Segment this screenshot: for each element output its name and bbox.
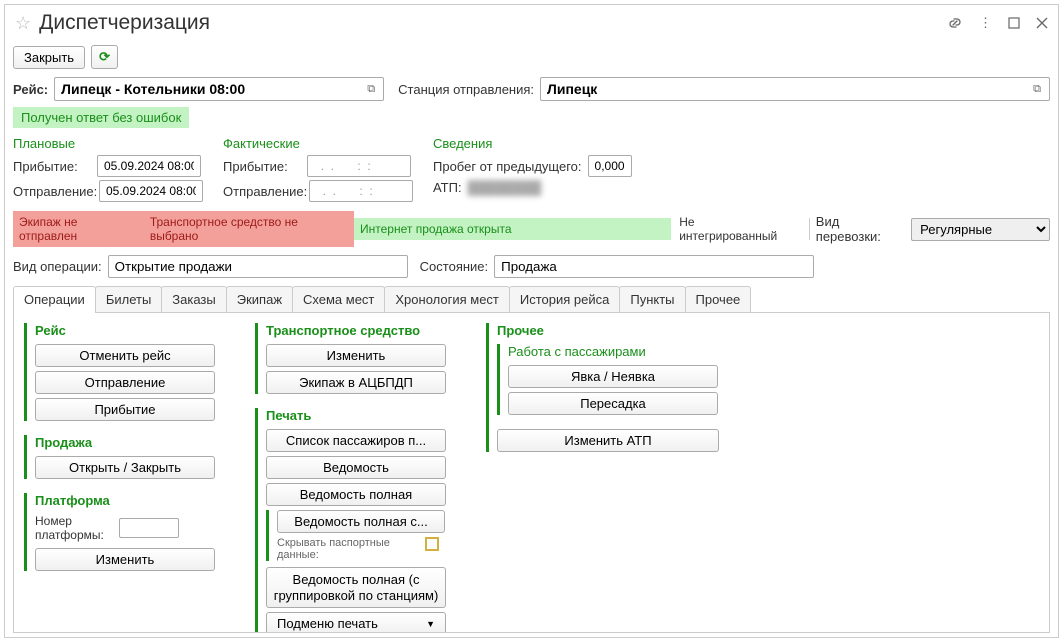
favorite-star-icon[interactable]: ☆ [15, 13, 31, 34]
tab-seat-scheme[interactable]: Схема мест [292, 286, 385, 312]
mileage-input[interactable] [588, 155, 632, 177]
maximize-icon[interactable] [1008, 17, 1020, 29]
transport-type-label: Вид перевозки: [816, 214, 907, 244]
planned-departure-label: Отправление: [13, 184, 93, 199]
close-icon[interactable] [1036, 17, 1048, 29]
mileage-label: Пробег от предыдущего: [433, 159, 582, 174]
print-passengers-button[interactable]: Список пассажиров п... [266, 429, 446, 452]
print-vedomost-full-button[interactable]: Ведомость полная [266, 483, 446, 506]
group-vehicle-title: Транспортное средство [266, 323, 446, 338]
info-heading: Сведения [433, 136, 632, 151]
crew-not-sent-badge: Экипаж не отправлен [13, 211, 144, 247]
open-link-icon[interactable]: ⧉ [1031, 83, 1043, 96]
actual-arrival-label: Прибытие: [223, 159, 301, 174]
tab-trip-history[interactable]: История рейса [509, 286, 620, 312]
attendance-button[interactable]: Явка / Неявка [508, 365, 718, 388]
cancel-trip-button[interactable]: Отменить рейс [35, 344, 215, 367]
open-link-icon[interactable]: ⧉ [365, 83, 377, 96]
tabs: Операции Билеты Заказы Экипаж Схема мест… [13, 286, 1050, 313]
actual-departure-input[interactable] [309, 180, 413, 202]
atp-label: АТП: [433, 180, 462, 195]
arrival-button[interactable]: Прибытие [35, 398, 215, 421]
change-vehicle-button[interactable]: Изменить [266, 344, 446, 367]
chevron-down-icon: ▼ [426, 619, 435, 629]
state-input[interactable] [494, 255, 814, 278]
toggle-sale-button[interactable]: Открыть / Закрыть [35, 456, 215, 479]
state-label: Состояние: [420, 259, 488, 274]
status-ok-badge: Получен ответ без ошибок [13, 107, 189, 128]
actual-departure-label: Отправление: [223, 184, 303, 199]
group-trip-title: Рейс [35, 323, 215, 338]
transfer-button[interactable]: Пересадка [508, 392, 718, 415]
close-button[interactable]: Закрыть [13, 46, 85, 69]
print-vedomost-full-s-button[interactable]: Ведомость полная с... [277, 510, 445, 533]
tab-points[interactable]: Пункты [619, 286, 685, 312]
not-integrated-text: Не интегрированный [671, 211, 803, 247]
crew-acbpdp-button[interactable]: Экипаж в АЦБПДП [266, 371, 446, 394]
change-atp-button[interactable]: Изменить АТП [497, 429, 719, 452]
refresh-button[interactable]: ⟳ [91, 45, 118, 69]
vehicle-not-selected-badge: Транспортное средство не выбрано [144, 211, 354, 247]
print-submenu-button[interactable]: Подменю печать ▼ [266, 612, 446, 633]
platform-number-input[interactable] [119, 518, 179, 538]
print-vedomost-button[interactable]: Ведомость [266, 456, 446, 479]
separator [809, 218, 810, 240]
hide-passport-checkbox[interactable] [425, 537, 439, 551]
planned-departure-input[interactable] [99, 180, 203, 202]
station-label: Станция отправления: [398, 82, 534, 97]
titlebar: ☆ Диспетчеризация ⋮ [5, 5, 1058, 41]
trip-label: Рейс: [13, 82, 48, 97]
actual-arrival-input[interactable] [307, 155, 411, 177]
operation-type-input[interactable] [108, 255, 408, 278]
tab-crew[interactable]: Экипаж [226, 286, 293, 312]
hide-passport-label: Скрывать паспортные данные: [277, 537, 417, 561]
kebab-menu-icon[interactable]: ⋮ [979, 15, 992, 31]
station-input[interactable] [547, 81, 1031, 97]
atp-value: ████████ [468, 180, 568, 195]
tab-operations[interactable]: Операции [13, 286, 96, 312]
trip-input[interactable] [61, 81, 365, 97]
tab-tickets[interactable]: Билеты [95, 286, 162, 312]
actual-heading: Фактические [223, 136, 413, 151]
print-submenu-label: Подменю печать [277, 616, 378, 631]
platform-number-label: Номер платформы: [35, 514, 113, 542]
planned-arrival-input[interactable] [97, 155, 201, 177]
tab-other[interactable]: Прочее [685, 286, 752, 312]
departure-button[interactable]: Отправление [35, 371, 215, 394]
planned-arrival-label: Прибытие: [13, 159, 91, 174]
internet-sales-open-badge: Интернет продажа открыта [354, 218, 671, 240]
group-platform-title: Платформа [35, 493, 215, 508]
group-other-title: Прочее [497, 323, 719, 338]
link-icon[interactable] [947, 15, 963, 31]
tab-seat-history[interactable]: Хронология мест [384, 286, 510, 312]
group-print-title: Печать [266, 408, 446, 423]
operation-type-label: Вид операции: [13, 259, 102, 274]
refresh-icon: ⟳ [99, 49, 110, 64]
change-platform-button[interactable]: Изменить [35, 548, 215, 571]
tab-orders[interactable]: Заказы [161, 286, 226, 312]
group-sale-title: Продажа [35, 435, 215, 450]
window-title: Диспетчеризация [39, 11, 947, 35]
group-passengers-title: Работа с пассажирами [508, 344, 719, 359]
transport-type-select[interactable]: Регулярные [911, 218, 1050, 241]
planned-heading: Плановые [13, 136, 203, 151]
print-vedomost-group-button[interactable]: Ведомость полная (с группировкой по стан… [266, 567, 446, 608]
